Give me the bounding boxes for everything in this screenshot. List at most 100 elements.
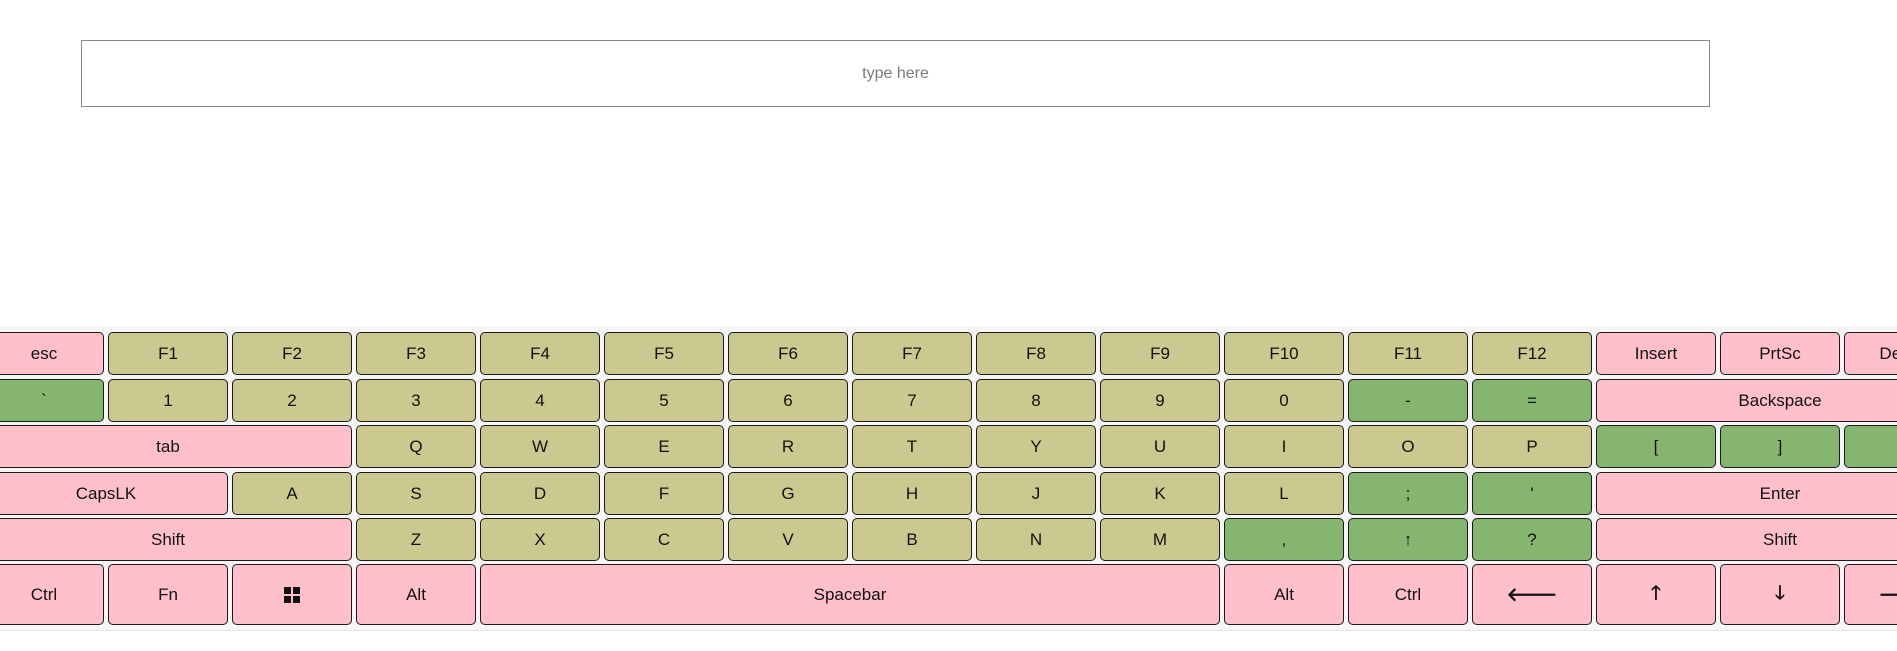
- key-ctrl[interactable]: Ctrl: [0, 564, 104, 625]
- key-label: A: [286, 483, 298, 503]
- key-f1[interactable]: F1: [108, 332, 228, 375]
- key-spacebar[interactable]: Spacebar: [480, 564, 1220, 625]
- key-q[interactable]: Q: [356, 425, 476, 468]
- key-k[interactable]: K: [1100, 472, 1220, 515]
- key-u[interactable]: U: [1100, 425, 1220, 468]
- key-f11[interactable]: F11: [1348, 332, 1468, 375]
- key-9[interactable]: 9: [1100, 379, 1220, 422]
- key-label: 4: [535, 390, 545, 410]
- key-f10[interactable]: F10: [1224, 332, 1344, 375]
- key-label: 3: [411, 390, 421, 410]
- key-f[interactable]: F: [604, 472, 724, 515]
- key-v[interactable]: V: [728, 518, 848, 561]
- key-x[interactable]: X: [480, 518, 600, 561]
- key-comma[interactable]: ,: [1224, 518, 1344, 561]
- key-label: 7: [907, 390, 917, 410]
- key-i[interactable]: I: [1224, 425, 1344, 468]
- key-label: Z: [410, 529, 422, 549]
- key-label: ?: [1527, 529, 1537, 549]
- key-d[interactable]: D: [480, 472, 600, 515]
- key-tab[interactable]: tab: [0, 425, 352, 468]
- key-4[interactable]: 4: [480, 379, 600, 422]
- key-s[interactable]: S: [356, 472, 476, 515]
- key-g[interactable]: G: [728, 472, 848, 515]
- key-quote[interactable]: ': [1472, 472, 1592, 515]
- key-label: esc: [30, 343, 58, 363]
- key-fn[interactable]: Fn: [108, 564, 228, 625]
- key-2[interactable]: 2: [232, 379, 352, 422]
- key-f6[interactable]: F6: [728, 332, 848, 375]
- key-l[interactable]: L: [1224, 472, 1344, 515]
- key-5[interactable]: 5: [604, 379, 724, 422]
- key-o[interactable]: O: [1348, 425, 1468, 468]
- key-z[interactable]: Z: [356, 518, 476, 561]
- key-n[interactable]: N: [976, 518, 1096, 561]
- key-shift[interactable]: Shift: [1596, 518, 1897, 561]
- key-p[interactable]: P: [1472, 425, 1592, 468]
- key-f8[interactable]: F8: [976, 332, 1096, 375]
- key-question[interactable]: ?: [1472, 518, 1592, 561]
- key-alt[interactable]: Alt: [356, 564, 476, 625]
- key-label: Fn: [158, 584, 178, 604]
- key-minus[interactable]: -: [1348, 379, 1468, 422]
- key-b[interactable]: B: [852, 518, 972, 561]
- key-arrow-right[interactable]: 🡒: [1844, 564, 1897, 625]
- key-r[interactable]: R: [728, 425, 848, 468]
- key-label: E: [658, 436, 670, 456]
- key-j[interactable]: J: [976, 472, 1096, 515]
- key-7[interactable]: 7: [852, 379, 972, 422]
- key-shift[interactable]: Shift: [0, 518, 352, 561]
- key-8[interactable]: 8: [976, 379, 1096, 422]
- key-up-arrow[interactable]: ↑: [1348, 518, 1468, 561]
- key-f9[interactable]: F9: [1100, 332, 1220, 375]
- key-arrow-down[interactable]: 🡓: [1720, 564, 1840, 625]
- key-left-bracket[interactable]: [: [1596, 425, 1716, 468]
- type-here-input[interactable]: [81, 40, 1710, 107]
- key-backslash[interactable]: \: [1844, 425, 1897, 468]
- key-label: Alt: [406, 584, 426, 604]
- key-f3[interactable]: F3: [356, 332, 476, 375]
- key-equals[interactable]: =: [1472, 379, 1592, 422]
- key-ctrl[interactable]: Ctrl: [1348, 564, 1468, 625]
- arrow-up-icon: 🡑: [1651, 582, 1661, 604]
- key-delete[interactable]: Delete: [1844, 332, 1897, 375]
- key-backspace[interactable]: Backspace: [1596, 379, 1897, 422]
- key-label: I: [1281, 436, 1287, 456]
- key-capslk[interactable]: CapsLK: [0, 472, 228, 515]
- key-label: -: [1405, 390, 1411, 410]
- key-arrow-up[interactable]: 🡑: [1596, 564, 1716, 625]
- key-6[interactable]: 6: [728, 379, 848, 422]
- key-f12[interactable]: F12: [1472, 332, 1592, 375]
- key-alt[interactable]: Alt: [1224, 564, 1344, 625]
- key-3[interactable]: 3: [356, 379, 476, 422]
- key-f4[interactable]: F4: [480, 332, 600, 375]
- key-semicolon[interactable]: ;: [1348, 472, 1468, 515]
- key-label: C: [657, 529, 671, 549]
- key-insert[interactable]: Insert: [1596, 332, 1716, 375]
- key-f7[interactable]: F7: [852, 332, 972, 375]
- key-label: =: [1527, 390, 1537, 410]
- key-enter[interactable]: Enter: [1596, 472, 1897, 515]
- key-1[interactable]: 1: [108, 379, 228, 422]
- key-a[interactable]: A: [232, 472, 352, 515]
- key-prtsc[interactable]: PrtSc: [1720, 332, 1840, 375]
- key-y[interactable]: Y: [976, 425, 1096, 468]
- key-arrow-left[interactable]: 🡐: [1472, 564, 1592, 625]
- key-right-bracket[interactable]: ]: [1720, 425, 1840, 468]
- key-label: Enter: [1759, 483, 1801, 503]
- key-backtick[interactable]: `: [0, 379, 104, 422]
- key-w[interactable]: W: [480, 425, 600, 468]
- key-f5[interactable]: F5: [604, 332, 724, 375]
- key-0[interactable]: 0: [1224, 379, 1344, 422]
- key-label: U: [1153, 436, 1167, 456]
- key-h[interactable]: H: [852, 472, 972, 515]
- key-esc[interactable]: esc: [0, 332, 104, 375]
- key-t[interactable]: T: [852, 425, 972, 468]
- key-f2[interactable]: F2: [232, 332, 352, 375]
- key-e[interactable]: E: [604, 425, 724, 468]
- key-label: ]: [1777, 436, 1783, 456]
- key-windows[interactable]: [232, 564, 352, 625]
- key-m[interactable]: M: [1100, 518, 1220, 561]
- key-c[interactable]: C: [604, 518, 724, 561]
- key-label: M: [1152, 529, 1168, 549]
